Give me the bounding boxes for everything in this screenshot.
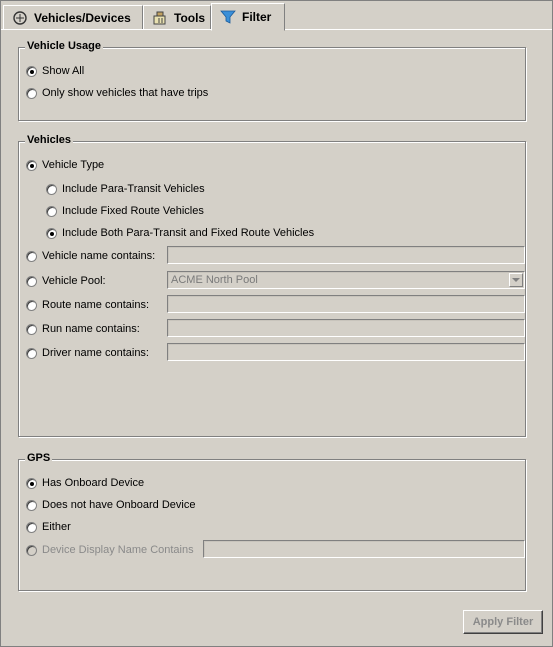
radio-button[interactable]: [26, 521, 37, 533]
tab-tools[interactable]: Tools: [143, 5, 211, 29]
vehicle-type-radio[interactable]: Vehicle Type: [26, 158, 104, 172]
radio-button[interactable]: [26, 275, 37, 287]
driver-name-label: Driver name contains:: [42, 347, 149, 359]
apply-filter-button[interactable]: Apply Filter: [463, 610, 543, 634]
vehicles-group: Vehicles Vehicle Type Include Para-Trans…: [18, 134, 526, 437]
display-name-input[interactable]: [204, 541, 524, 557]
driver-name-input[interactable]: [168, 344, 524, 360]
para-transit-label: Include Para-Transit Vehicles: [62, 183, 205, 195]
no-device-radio[interactable]: Does not have Onboard Device: [26, 498, 195, 512]
has-device-radio[interactable]: Has Onboard Device: [26, 476, 144, 490]
run-name-label: Run name contains:: [42, 323, 140, 335]
display-name-radio[interactable]: Device Display Name Contains: [26, 543, 194, 557]
vehicles-title: Vehicles: [25, 134, 74, 146]
vehicle-pool-value: ACME North Pool: [171, 274, 258, 286]
radio-button[interactable]: [26, 299, 37, 311]
only-trips-label: Only show vehicles that have trips: [42, 87, 209, 99]
only-trips-radio[interactable]: Only show vehicles that have trips: [26, 86, 208, 100]
vehicle-name-radio[interactable]: Vehicle name contains:: [26, 249, 155, 263]
filter-window: Vehicles/Devices Tools Filter Vehicle Us…: [0, 0, 553, 647]
tab-label: Vehicles/Devices: [34, 10, 131, 25]
driver-name-radio[interactable]: Driver name contains:: [26, 346, 149, 360]
show-all-label: Show All: [42, 65, 85, 77]
driver-name-field[interactable]: [167, 343, 525, 361]
radio-button[interactable]: [46, 227, 57, 239]
show-all-radio[interactable]: Show All: [26, 64, 84, 78]
both-types-radio[interactable]: Include Both Para-Transit and Fixed Rout…: [46, 226, 314, 240]
radio-button[interactable]: [26, 347, 37, 359]
radio-button[interactable]: [26, 544, 37, 556]
tab-label: Tools: [174, 10, 206, 25]
run-name-radio[interactable]: Run name contains:: [26, 322, 140, 336]
route-name-field[interactable]: [167, 295, 525, 313]
filter-icon: [220, 10, 236, 24]
radio-button[interactable]: [26, 477, 37, 489]
radio-button[interactable]: [26, 87, 37, 99]
display-name-label: Device Display Name Contains: [42, 544, 194, 556]
tools-icon: [153, 11, 166, 24]
chevron-down-icon: [512, 277, 520, 282]
vehicle-pool-radio[interactable]: Vehicle Pool:: [26, 274, 106, 288]
radio-button[interactable]: [26, 499, 37, 511]
filter-panel: Vehicle Usage Show All Only show vehicle…: [3, 30, 551, 644]
vehicle-name-field[interactable]: [167, 246, 525, 264]
vehicle-usage-group: Vehicle Usage Show All Only show vehicle…: [18, 40, 526, 121]
dropdown-button[interactable]: [509, 273, 523, 287]
no-device-label: Does not have Onboard Device: [42, 499, 196, 511]
radio-button[interactable]: [26, 323, 37, 335]
either-radio[interactable]: Either: [26, 520, 71, 534]
radio-button[interactable]: [26, 250, 37, 262]
para-transit-radio[interactable]: Include Para-Transit Vehicles: [46, 182, 205, 196]
radio-button[interactable]: [26, 159, 37, 171]
route-name-label: Route name contains:: [42, 299, 150, 311]
has-device-label: Has Onboard Device: [42, 477, 145, 489]
gps-title: GPS: [25, 452, 53, 464]
tab-label: Filter: [242, 10, 272, 24]
vehicles-icon: [13, 10, 27, 25]
vehicle-name-label: Vehicle name contains:: [42, 250, 156, 262]
vehicle-pool-select[interactable]: ACME North Pool: [167, 271, 525, 289]
fixed-route-label: Include Fixed Route Vehicles: [62, 205, 204, 217]
both-types-label: Include Both Para-Transit and Fixed Rout…: [62, 227, 315, 239]
route-name-input[interactable]: [168, 296, 524, 312]
vehicle-type-label: Vehicle Type: [42, 159, 105, 171]
vehicle-pool-label: Vehicle Pool:: [42, 275, 106, 287]
radio-button[interactable]: [46, 205, 57, 217]
radio-button[interactable]: [26, 65, 37, 77]
run-name-field[interactable]: [167, 319, 525, 337]
vehicle-usage-title: Vehicle Usage: [25, 40, 103, 52]
gps-group: GPS Has Onboard Device Does not have Onb…: [18, 452, 526, 591]
vehicle-name-input[interactable]: [168, 247, 524, 263]
run-name-input[interactable]: [168, 320, 524, 336]
route-name-radio[interactable]: Route name contains:: [26, 298, 149, 312]
tab-filter[interactable]: Filter: [211, 3, 285, 31]
either-label: Either: [42, 521, 71, 533]
tab-vehicles-devices[interactable]: Vehicles/Devices: [3, 5, 143, 29]
fixed-route-radio[interactable]: Include Fixed Route Vehicles: [46, 204, 204, 218]
display-name-field[interactable]: [203, 540, 525, 558]
radio-button[interactable]: [46, 183, 57, 195]
